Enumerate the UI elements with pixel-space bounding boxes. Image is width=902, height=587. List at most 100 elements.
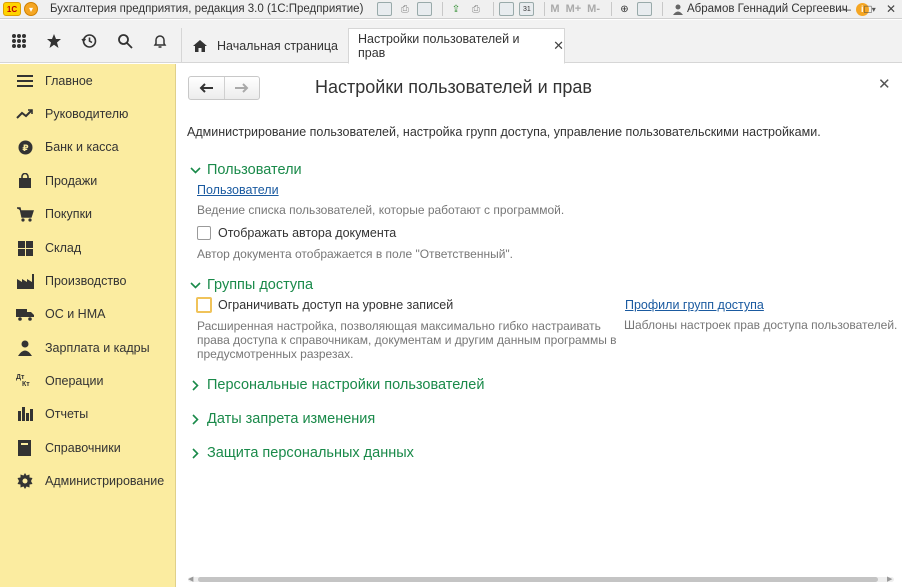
apps-grid-icon[interactable] xyxy=(5,27,33,55)
form-close-icon[interactable]: ✕ xyxy=(878,75,891,93)
toolbar-separator xyxy=(442,2,444,16)
forward-arrow-icon[interactable] xyxy=(223,77,259,99)
favorites-star-icon[interactable] xyxy=(40,27,68,55)
sidebar-item-sales[interactable]: Продажи xyxy=(0,168,176,194)
calculator-icon[interactable] xyxy=(499,2,515,16)
group-access-header[interactable]: Группы доступа xyxy=(189,277,313,293)
record-level-access-label[interactable]: Ограничивать доступ на уровне записей xyxy=(218,298,453,312)
record-level-access-hint: Расширенная настройка, позволяющая макси… xyxy=(197,319,617,361)
history-navigation xyxy=(188,76,260,100)
horizontal-scrollbar[interactable]: ◀ ▶ xyxy=(188,575,894,583)
sidebar-item-bank[interactable]: ₽ Банк и касса xyxy=(0,134,176,160)
toolbar-separator xyxy=(611,2,612,16)
truck-icon xyxy=(16,306,34,322)
titlebar-toolbar: ⎙ ⇪ ⎙ 31 M M+ M- ⊕ xyxy=(377,2,668,16)
memory-m-minus-button[interactable]: M- xyxy=(587,3,600,15)
sidebar-item-directories[interactable]: Справочники xyxy=(0,435,176,461)
access-profiles-link[interactable]: Профили групп доступа xyxy=(625,298,764,312)
zoom-icon[interactable]: ⊕ xyxy=(617,2,632,16)
group-change-prohibition-dates-header[interactable]: Даты запрета изменения xyxy=(189,411,375,427)
sidebar-item-label: Справочники xyxy=(45,441,121,455)
upload-icon[interactable]: ⇪ xyxy=(448,2,463,16)
app-logo-icon: 1С xyxy=(3,2,21,16)
group-title: Персональные настройки пользователей xyxy=(207,377,485,393)
gear-icon xyxy=(16,473,34,489)
close-window-icon[interactable]: ✕ xyxy=(880,0,902,18)
sidebar-item-administration[interactable]: Администрирование xyxy=(0,468,176,494)
user-icon xyxy=(672,3,684,15)
printer-icon[interactable]: ⎙ xyxy=(468,2,483,16)
group-users-header[interactable]: Пользователи xyxy=(189,162,302,178)
sidebar-item-manager[interactable]: Руководителю xyxy=(0,101,176,127)
trend-chart-icon xyxy=(16,106,34,122)
sidebar-item-operations[interactable]: Дт Кт Операции xyxy=(0,368,176,394)
chevron-down-icon xyxy=(189,166,201,174)
panels-icon[interactable] xyxy=(637,2,652,16)
scrollbar-thumb[interactable] xyxy=(198,577,878,582)
memory-m-button[interactable]: M xyxy=(550,3,559,15)
form-title: Настройки пользователей и прав xyxy=(315,77,592,97)
home-icon xyxy=(193,39,207,52)
scroll-right-icon[interactable]: ▶ xyxy=(887,575,892,583)
print-icon[interactable]: ⎙ xyxy=(397,2,412,16)
dt-label: Дт xyxy=(16,374,25,381)
chevron-right-icon xyxy=(189,447,201,459)
show-author-label[interactable]: Отображать автора документа xyxy=(218,226,396,240)
group-personal-settings-header[interactable]: Персональные настройки пользователей xyxy=(189,377,484,393)
app-title: Бухгалтерия предприятия, редакция 3.0 (1… xyxy=(50,3,364,15)
sidebar-item-purchases[interactable]: Покупки xyxy=(0,201,176,227)
access-profiles-hint: Шаблоны настроек прав доступа пользовате… xyxy=(624,318,898,332)
toolbar-separator xyxy=(493,2,495,16)
sidebar-item-label: Покупки xyxy=(45,207,93,221)
bar-chart-icon xyxy=(16,406,34,422)
show-author-hint: Автор документа отображается в поле "Отв… xyxy=(197,247,514,261)
tab-active-label: Настройки пользователей и прав xyxy=(358,32,520,60)
save-icon[interactable] xyxy=(377,2,393,16)
cart-icon xyxy=(16,206,34,222)
calendar-icon[interactable]: 31 xyxy=(519,2,535,16)
sidebar-item-label: Продажи xyxy=(45,174,98,188)
back-arrow-icon[interactable] xyxy=(189,77,224,99)
minimize-icon[interactable]: — xyxy=(834,0,856,18)
memory-m-plus-button[interactable]: M+ xyxy=(566,3,582,15)
group-title: Группы доступа xyxy=(207,277,314,293)
current-user-name[interactable]: Абрамов Геннадий Сергеевич xyxy=(687,3,848,15)
maximize-icon[interactable]: □ xyxy=(857,0,879,18)
group-title: Защита персональных данных xyxy=(207,445,414,461)
form-area: Настройки пользователей и прав ✕ Админис… xyxy=(177,64,902,587)
person-icon xyxy=(16,340,34,356)
sidebar-item-warehouse[interactable]: Склад xyxy=(0,235,176,261)
search-icon[interactable] xyxy=(111,27,139,55)
sidebar-item-main[interactable]: Главное xyxy=(0,68,176,94)
sidebar-item-label: Зарплата и кадры xyxy=(45,341,150,355)
sidebar-item-reports[interactable]: Отчеты xyxy=(0,401,176,427)
preview-icon[interactable] xyxy=(417,2,433,16)
kt-label: Кт xyxy=(22,381,30,388)
notifications-bell-icon[interactable] xyxy=(146,27,174,55)
tab-user-rights-settings[interactable]: Настройки пользователей и прав ✕ xyxy=(348,28,565,64)
sidebar-item-label: Администрирование xyxy=(45,474,165,488)
tab-home-label: Начальная страница xyxy=(217,38,338,53)
warehouse-grid-icon xyxy=(16,240,34,256)
history-icon[interactable] xyxy=(75,27,103,55)
users-link-hint: Ведение списка пользователей, которые ра… xyxy=(197,203,565,217)
main-menu-button[interactable]: ▾ xyxy=(24,2,38,16)
chevron-right-icon xyxy=(189,379,201,391)
record-level-access-checkbox[interactable] xyxy=(196,297,212,313)
sidebar-item-salary-hr[interactable]: Зарплата и кадры xyxy=(0,335,176,361)
scroll-left-icon[interactable]: ◀ xyxy=(188,575,193,583)
menu-lines-icon xyxy=(16,73,34,89)
tab-close-icon[interactable]: ✕ xyxy=(553,38,564,54)
tab-home[interactable]: Начальная страница xyxy=(181,28,346,63)
group-title: Даты запрета изменения xyxy=(207,411,376,427)
dt-kt-icon: Дт Кт xyxy=(16,373,34,389)
sections-toolbar: Начальная страница Настройки пользовател… xyxy=(0,20,902,64)
sidebar-item-label: Отчеты xyxy=(45,407,89,421)
book-icon xyxy=(16,440,34,456)
show-author-checkbox[interactable] xyxy=(197,226,211,240)
sidebar-item-production[interactable]: Производство xyxy=(0,268,176,294)
sidebar-item-fixed-assets[interactable]: ОС и НМА xyxy=(0,301,176,327)
sidebar-item-label: Банк и касса xyxy=(45,140,119,154)
users-link[interactable]: Пользователи xyxy=(197,183,279,197)
group-personal-data-protection-header[interactable]: Защита персональных данных xyxy=(189,445,414,461)
